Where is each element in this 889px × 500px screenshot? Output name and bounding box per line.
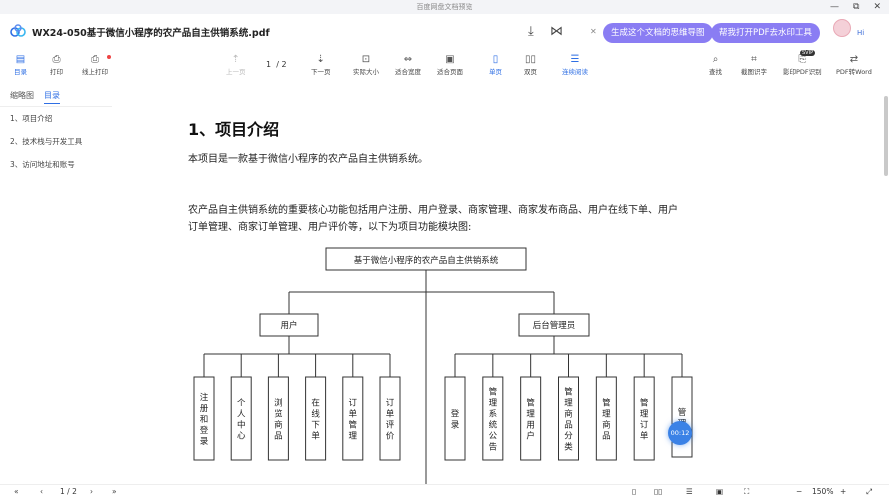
toc-item[interactable]: 1、项目介绍 [10, 113, 52, 124]
watermark-promo-button[interactable]: 帮我打开PDF去水印工具 [711, 23, 821, 43]
search-icon: ⌕ [712, 54, 719, 65]
window-caption: 百度网盘文档预览 [416, 3, 473, 11]
zoom-in-button[interactable]: + [840, 487, 846, 496]
continuous-view-icon[interactable]: ☰ [686, 487, 693, 496]
actual-size-button[interactable]: ⊡ 实际大小 [353, 54, 379, 76]
feature-paragraph-line2: 订单管理、商家订单管理、用户评价等，以下为项目功能模块图: [188, 222, 472, 233]
arrow-down-icon: ⇣ [316, 54, 325, 65]
feature-paragraph-line1: 农产品自主供销系统的重要核心功能包括用户注册、用户登录、商家管理、商家发布商品、… [188, 205, 678, 216]
double-view-icon[interactable]: ▯▯ [654, 487, 662, 496]
greeting-label: Hi [857, 29, 865, 37]
close-button[interactable]: ✕ [873, 0, 881, 14]
find-button[interactable]: ⌕ 查找 [709, 54, 722, 76]
prev-button[interactable]: ‹ [40, 487, 43, 496]
pdf-to-word-button[interactable]: ⇄ PDF转Word [836, 54, 872, 76]
first-page-button[interactable]: « [14, 487, 19, 496]
promo-close-icon[interactable]: ✕ [590, 27, 597, 36]
bottom-bar: « ‹ 1 / 2 › » ▯ ▯▯ ☰ ▣ ⛶ − 150% + ⤢ [0, 484, 889, 500]
arrow-up-icon: ⇡ [231, 54, 240, 65]
double-page-button[interactable]: ▯▯ 双页 [524, 54, 537, 76]
document-title: WX24-050基于微信小程序的农产品自主供销系统.pdf [32, 28, 270, 39]
share-icon[interactable]: ⋈ [550, 24, 563, 39]
next-button[interactable]: › [90, 487, 93, 496]
double-page-icon: ▯▯ [524, 54, 536, 65]
fit-view-icon[interactable]: ▣ [716, 487, 723, 496]
prev-page-button[interactable]: ⇡ 上一页 [226, 54, 246, 76]
printer-icon: ⎙ [52, 54, 61, 65]
baidu-netdisk-logo [10, 24, 26, 37]
fit-page-icon: ▣ [445, 54, 455, 65]
fit-width-icon: ⇔ [403, 54, 413, 65]
online-printer-icon: ⎙ [91, 54, 99, 65]
next-page-button[interactable]: ⇣ 下一页 [311, 54, 331, 76]
zoom-out-button[interactable]: − [796, 487, 802, 496]
actual-size-icon: ⊡ [361, 54, 371, 65]
crop-icon: ⌗ [751, 54, 757, 65]
sidebar-divider [0, 106, 112, 107]
online-print-button[interactable]: ⎙ 线上打印 [82, 54, 108, 76]
fit-width-button[interactable]: ⇔ 适合宽度 [395, 54, 421, 76]
sidebar: 缩略图 目录 1、项目介绍 2、技术栈与开发工具 3、访问地址和账号 [0, 84, 120, 484]
notification-dot [107, 55, 111, 59]
single-page-icon: ▯ [492, 54, 499, 65]
toc-toggle-button[interactable]: ▤ 目录 [14, 54, 27, 76]
fit-page-button[interactable]: ▣ 适合页面 [437, 54, 463, 76]
continuous-reading-button[interactable]: ☰ 连续阅读 [562, 54, 588, 76]
toc-item[interactable]: 2、技术栈与开发工具 [10, 136, 82, 147]
restore-button[interactable]: ⧉ [853, 0, 859, 14]
section-heading: 1、项目介绍 [188, 120, 280, 139]
svip-badge: SVIP [800, 50, 816, 56]
sidebar-icon: ▤ [15, 54, 26, 65]
print-button[interactable]: ⎙ 打印 [50, 54, 63, 76]
tab-toc[interactable]: 目录 [44, 90, 60, 104]
toolbar: ▤ 目录 ⎙ 打印 ⎙ 线上打印 ⇡ 上一页 1 / 2 ⇣ 下一页 ⊡ 实际大小 ⇔ 适合宽… [0, 50, 889, 84]
scan-pdf-ocr-button[interactable]: ⎘ 影印PDF识别 [783, 54, 822, 76]
tab-thumbnails[interactable]: 缩略图 [10, 90, 34, 104]
mindmap-promo-button[interactable]: 生成这个文档的思维导图 [603, 23, 713, 43]
continuous-icon: ☰ [570, 54, 580, 65]
page-indicator[interactable]: 1 / 2 [266, 60, 287, 69]
document-viewport[interactable] [120, 84, 881, 484]
zoom-level[interactable]: 150% [812, 487, 833, 496]
fullscreen-icon[interactable]: ⛶ [744, 487, 749, 497]
recording-timer[interactable]: 00:12 [668, 421, 692, 445]
intro-paragraph: 本项目是一款基于微信小程序的农产品自主供销系统。 [188, 154, 428, 165]
download-icon[interactable]: ⤓ [528, 24, 534, 39]
single-view-icon[interactable]: ▯ [632, 487, 636, 496]
single-page-button[interactable]: ▯ 单页 [489, 54, 502, 76]
minimize-button[interactable]: — [830, 0, 839, 14]
window-titlebar: 百度网盘文档预览 — ⧉ ✕ [0, 0, 889, 14]
vertical-scrollbar[interactable] [884, 96, 888, 176]
screenshot-ocr-button[interactable]: ⌗ 截图识字 [741, 54, 767, 76]
zoom-fit-icon[interactable]: ⤢ [866, 487, 872, 497]
toc-item[interactable]: 3、访问地址和账号 [10, 159, 75, 170]
bottom-page-indicator[interactable]: 1 / 2 [60, 487, 77, 496]
last-page-button[interactable]: » [112, 487, 117, 496]
app-header: WX24-050基于微信小程序的农产品自主供销系统.pdf ⤓ ⋈ ✕ 生成这个… [0, 14, 889, 50]
assistant-avatar[interactable] [833, 19, 851, 37]
convert-icon: ⇄ [849, 54, 859, 65]
